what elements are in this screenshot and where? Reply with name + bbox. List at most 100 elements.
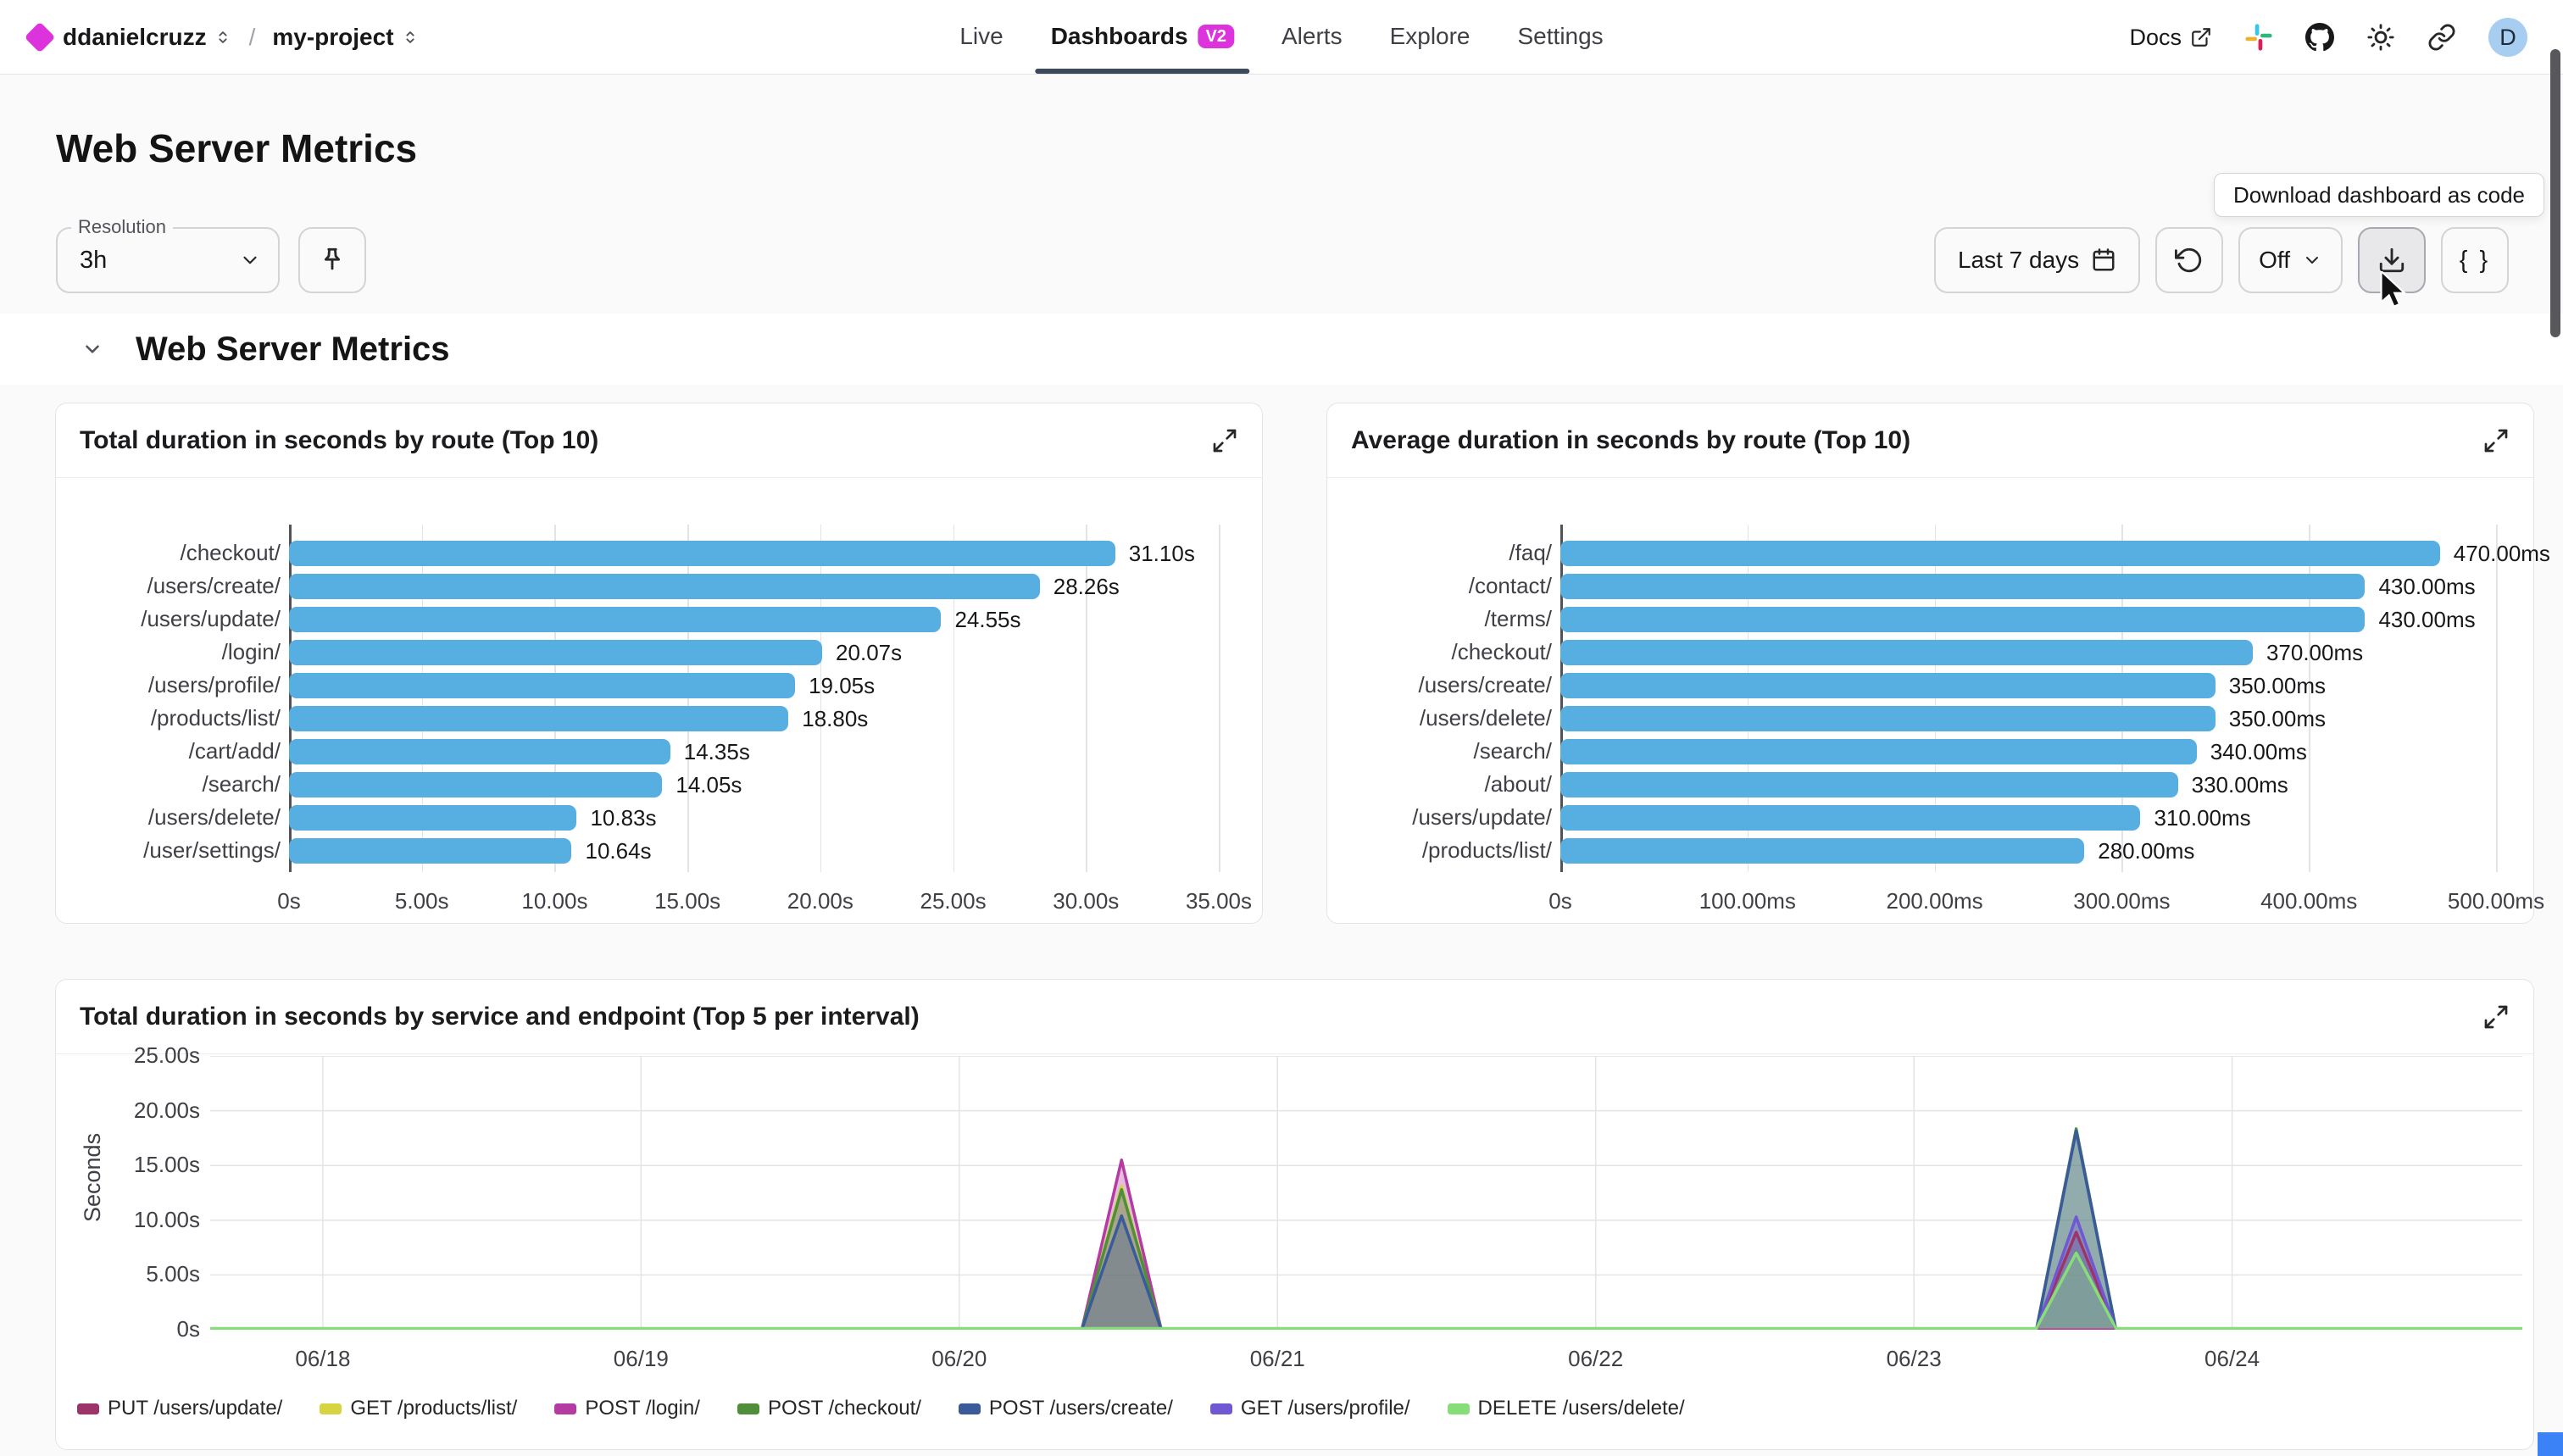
- bar-value-label: 430.00ms: [2378, 574, 2475, 599]
- bar[interactable]: [289, 805, 576, 831]
- bar-value-label: 430.00ms: [2378, 607, 2475, 632]
- bar[interactable]: [1560, 541, 2440, 566]
- bar-category-label: /users/profile/: [77, 672, 281, 698]
- v2-badge: V2: [1198, 25, 1234, 48]
- bar[interactable]: [1560, 739, 2197, 764]
- legend-item[interactable]: GET /users/profile/: [1210, 1397, 1410, 1420]
- bar-row: /users/profile/19.05s: [77, 669, 1241, 702]
- time-range-button[interactable]: Last 7 days: [1934, 227, 2140, 293]
- bar[interactable]: [1560, 574, 2365, 599]
- docs-link[interactable]: Docs: [2129, 25, 2212, 51]
- bar[interactable]: [289, 673, 795, 698]
- bar[interactable]: [289, 838, 571, 864]
- bar[interactable]: [1560, 772, 2178, 797]
- x-tick-label: 500.00ms: [2437, 888, 2555, 914]
- bar-row: /terms/430.00ms: [1348, 603, 2512, 636]
- bar-value-label: 330.00ms: [2192, 772, 2288, 797]
- x-tick-label: 06/20: [900, 1346, 1019, 1372]
- area-chart-svg[interactable]: [210, 1056, 2522, 1330]
- calendar-icon: [2091, 247, 2116, 273]
- tab-dashboards[interactable]: Dashboards V2: [1049, 0, 1236, 74]
- project-switcher[interactable]: my-project: [272, 24, 419, 51]
- external-link-icon: [2190, 26, 2212, 48]
- live-stream-toggle[interactable]: Off: [2238, 227, 2343, 293]
- bar-value-label: 20.07s: [836, 640, 902, 665]
- bar-value-label: 19.05s: [809, 673, 875, 698]
- legend-item[interactable]: DELETE /users/delete/: [1448, 1397, 1685, 1420]
- bar[interactable]: [1560, 706, 2216, 731]
- x-tick-label: 25.00s: [894, 888, 1013, 914]
- legend-label: DELETE /users/delete/: [1478, 1397, 1685, 1420]
- resolution-select[interactable]: Resolution 3h: [56, 227, 280, 293]
- chart-card-total-duration-by-route: Total duration in seconds by route (Top …: [55, 403, 1263, 924]
- bar-category-label: /users/create/: [77, 573, 281, 599]
- bar-row: /products/list/18.80s: [77, 702, 1241, 735]
- bar-category-label: /faq/: [1348, 540, 1552, 566]
- bar-row: /users/create/350.00ms: [1348, 669, 2512, 702]
- bar-track: 10.64s: [289, 838, 1241, 864]
- bar-value-label: 14.05s: [675, 772, 742, 797]
- bar[interactable]: [1560, 640, 2253, 665]
- collapse-chevron-icon[interactable]: [81, 338, 103, 360]
- x-tick-label: 100.00ms: [1688, 888, 1807, 914]
- tab-live[interactable]: Live: [958, 0, 1004, 74]
- expand-icon[interactable]: [1211, 427, 1238, 454]
- github-icon[interactable]: [2305, 23, 2334, 52]
- tab-alerts[interactable]: Alerts: [1280, 0, 1344, 74]
- x-axis-ticks: 0s5.00s10.00s15.00s20.00s25.00s30.00s35.…: [289, 888, 1219, 915]
- area-series-line: [210, 1160, 2522, 1330]
- legend-swatch-icon: [320, 1403, 342, 1414]
- pin-resolution-button[interactable]: [298, 227, 366, 293]
- legend-label: GET /users/profile/: [1241, 1397, 1410, 1420]
- axiom-logo-icon[interactable]: [25, 22, 56, 53]
- legend-swatch-icon: [77, 1403, 99, 1414]
- bar-category-label: /users/delete/: [1348, 705, 1552, 731]
- dashboard-section: Web Server Metrics: [0, 314, 2563, 385]
- refresh-button[interactable]: [2155, 227, 2223, 293]
- bar[interactable]: [289, 541, 1115, 566]
- bar[interactable]: [289, 772, 662, 797]
- download-icon: [2377, 246, 2406, 275]
- edit-as-code-button[interactable]: { }: [2441, 227, 2509, 293]
- bar-row: /cart/add/14.35s: [77, 735, 1241, 768]
- legend-label: POST /login/: [585, 1397, 700, 1420]
- bar[interactable]: [289, 574, 1040, 599]
- avatar[interactable]: D: [2488, 18, 2527, 57]
- area-series-fill: [210, 1253, 2522, 1330]
- tab-explore[interactable]: Explore: [1388, 0, 1472, 74]
- bar-value-label: 350.00ms: [2229, 706, 2326, 731]
- bar-value-label: 24.55s: [954, 607, 1020, 632]
- x-tick-label: 0s: [230, 888, 348, 914]
- legend-item[interactable]: POST /users/create/: [959, 1397, 1173, 1420]
- bar[interactable]: [1560, 805, 2140, 831]
- legend-item[interactable]: PUT /users/update/: [77, 1397, 282, 1420]
- y-tick-label: 10.00s: [90, 1207, 200, 1233]
- legend-item[interactable]: POST /login/: [554, 1397, 700, 1420]
- breadcrumb: ddanielcruzz / my-project: [29, 0, 420, 75]
- bar[interactable]: [1560, 838, 2084, 864]
- share-link-icon[interactable]: [2427, 23, 2456, 52]
- chevron-down-icon: [239, 249, 261, 271]
- tab-settings[interactable]: Settings: [1516, 0, 1605, 74]
- bar[interactable]: [289, 739, 670, 764]
- y-tick-label: 20.00s: [90, 1098, 200, 1124]
- bar[interactable]: [289, 640, 822, 665]
- bar[interactable]: [289, 706, 788, 731]
- bar-category-label: /terms/: [1348, 606, 1552, 632]
- bar[interactable]: [289, 607, 941, 632]
- y-tick-label: 15.00s: [90, 1152, 200, 1178]
- expand-icon[interactable]: [2482, 427, 2510, 454]
- legend-item[interactable]: POST /checkout/: [737, 1397, 921, 1420]
- legend-swatch-icon: [737, 1403, 759, 1414]
- legend-item[interactable]: GET /products/list/: [320, 1397, 517, 1420]
- theme-sun-icon[interactable]: [2366, 23, 2395, 52]
- project-name: my-project: [272, 24, 393, 51]
- main-tabs: Live Dashboards V2 Alerts Explore Settin…: [958, 0, 1604, 74]
- bar[interactable]: [1560, 607, 2365, 632]
- bar-row: /login/20.07s: [77, 636, 1241, 669]
- slack-icon[interactable]: [2244, 23, 2273, 52]
- scrollbar-thumb[interactable]: [2550, 49, 2560, 337]
- bar[interactable]: [1560, 673, 2216, 698]
- org-switcher[interactable]: ddanielcruzz: [63, 24, 232, 51]
- x-axis-ticks: 0s100.00ms200.00ms300.00ms400.00ms500.00…: [1560, 888, 2496, 915]
